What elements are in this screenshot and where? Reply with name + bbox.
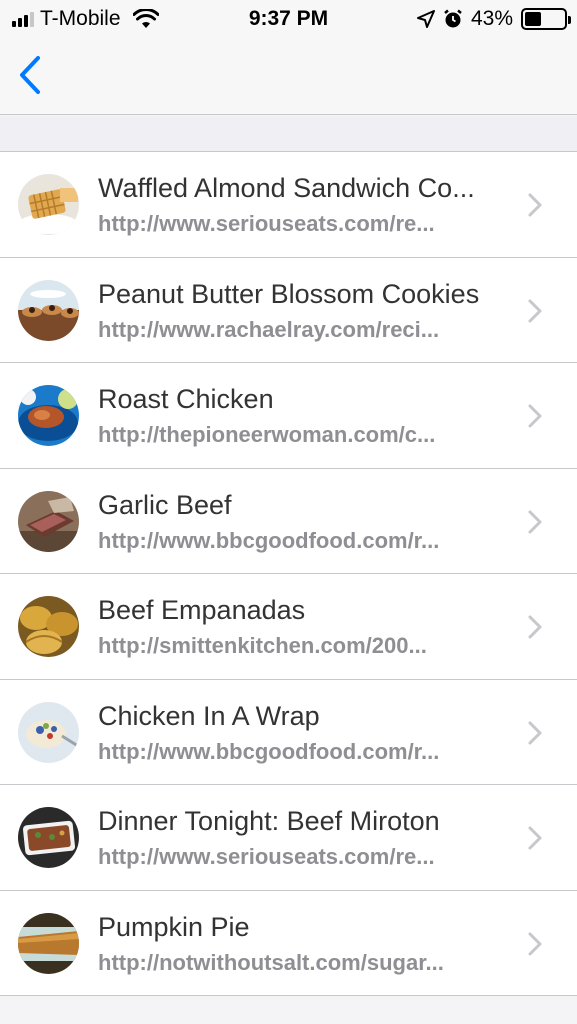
chevron-right-icon — [528, 193, 542, 217]
chevron-right-icon — [528, 826, 542, 850]
recipe-row[interactable]: Peanut Butter Blossom Cookies http://www.… — [0, 257, 577, 363]
status-bar: T-Mobile 9:37 PM 43% — [0, 0, 577, 40]
recipe-title: Peanut Butter Blossom Cookies — [98, 278, 480, 309]
chevron-right-icon — [528, 932, 542, 955]
recipe-list: Waffled Almond Sandwich Co... http://www.… — [0, 152, 577, 996]
recipe-url: http://www.bbcgoodfood.com/r... — [98, 738, 440, 764]
status-right: 43% — [416, 7, 571, 31]
battery-fill — [525, 12, 542, 26]
recipe-url: http://notwithoutsalt.com/sugar... — [98, 949, 444, 975]
recipe-thumbnail-image — [18, 490, 79, 552]
recipe-url: http://www.bbcgoodfood.com/r... — [98, 527, 440, 553]
recipe-url: http://www.rachaelray.com/reci... — [98, 316, 440, 342]
recipe-title: Dinner Tonight: Beef Miroton — [98, 806, 440, 836]
back-button[interactable] — [10, 52, 50, 98]
recipe-row[interactable]: Chicken In A Wrap http://www.bbcgoodfood.… — [0, 679, 577, 785]
recipe-row[interactable]: Beef Empanadas http://smittenkitchen.com/… — [0, 574, 577, 680]
recipe-thumbnail-image — [18, 174, 79, 235]
recipe-url: http://thepioneerwoman.com/c... — [98, 422, 436, 447]
recipe-row[interactable]: Garlic Beef http://www.bbcgoodfood.com/r.… — [0, 468, 577, 574]
recipe-list-screen: T-Mobile 9:37 PM 43% Waffled Almond Sand… — [0, 0, 577, 1024]
recipe-thumbnail-image — [18, 279, 79, 341]
chevron-right-icon — [528, 404, 542, 428]
recipe-url: http://smittenkitchen.com/200... — [98, 633, 427, 658]
recipe-title: Waffled Almond Sandwich Co... — [98, 173, 475, 203]
recipe-title: Beef Empanadas — [98, 595, 306, 625]
recipe-thumbnail-image — [18, 807, 79, 868]
chevron-left-icon — [20, 56, 40, 94]
recipe-url: http://www.seriouseats.com/re... — [98, 211, 435, 236]
recipe-row[interactable]: Dinner Tonight: Beef Miroton http://www.s… — [0, 785, 577, 891]
chevron-right-icon — [528, 615, 542, 639]
recipe-url: http://www.seriouseats.com/re... — [98, 844, 435, 869]
section-header-spacer — [0, 116, 577, 152]
recipe-row[interactable]: Pumpkin Pie http://notwithoutsalt.com/sug… — [0, 890, 577, 996]
recipe-thumbnail-image — [18, 701, 79, 763]
recipe-title: Pumpkin Pie — [98, 911, 250, 942]
recipe-thumbnail-image — [18, 912, 79, 974]
battery-percent: 43% — [470, 7, 513, 30]
recipe-title: Chicken In A Wrap — [98, 700, 320, 731]
recipe-thumbnail-image — [18, 596, 79, 657]
location-icon — [416, 10, 435, 28]
battery-icon — [521, 8, 571, 30]
chevron-right-icon — [528, 510, 542, 533]
alarm-icon — [444, 9, 462, 28]
recipe-row[interactable]: Waffled Almond Sandwich Co... http://www.… — [0, 152, 577, 258]
recipe-title: Garlic Beef — [98, 489, 232, 520]
navigation-bar — [0, 40, 577, 115]
recipe-thumbnail-image — [18, 385, 79, 446]
chevron-right-icon — [528, 299, 542, 322]
recipe-title: Roast Chicken — [98, 384, 274, 414]
chevron-right-icon — [528, 721, 542, 744]
recipe-row[interactable]: Roast Chicken http://thepioneerwoman.com/… — [0, 363, 577, 469]
